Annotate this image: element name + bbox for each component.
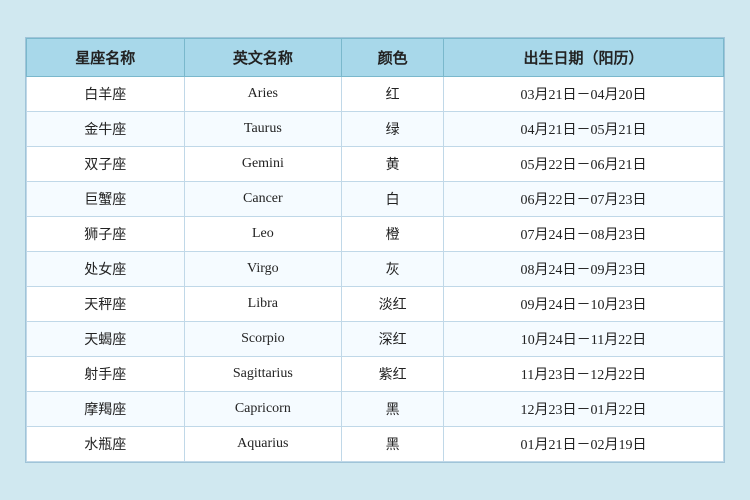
cell-color: 灰 [342,252,444,287]
cell-chinese: 水瓶座 [27,427,185,462]
cell-color: 黑 [342,427,444,462]
table-row: 水瓶座Aquarius黑01月21日－02月19日 [27,427,724,462]
cell-chinese: 金牛座 [27,112,185,147]
col-header-color: 颜色 [342,39,444,77]
col-header-english: 英文名称 [184,39,342,77]
cell-english: Cancer [184,182,342,217]
cell-chinese: 白羊座 [27,77,185,112]
cell-chinese: 天秤座 [27,287,185,322]
cell-color: 绿 [342,112,444,147]
table-row: 巨蟹座Cancer白06月22日－07月23日 [27,182,724,217]
cell-chinese: 摩羯座 [27,392,185,427]
cell-color: 黄 [342,147,444,182]
cell-english: Leo [184,217,342,252]
cell-english: Scorpio [184,322,342,357]
cell-chinese: 射手座 [27,357,185,392]
col-header-date: 出生日期（阳历） [444,39,724,77]
cell-date: 03月21日－04月20日 [444,77,724,112]
cell-date: 10月24日－11月22日 [444,322,724,357]
cell-color: 白 [342,182,444,217]
cell-english: Virgo [184,252,342,287]
table-row: 天蝎座Scorpio深红10月24日－11月22日 [27,322,724,357]
table-body: 白羊座Aries红03月21日－04月20日金牛座Taurus绿04月21日－0… [27,77,724,462]
cell-english: Libra [184,287,342,322]
cell-english: Aquarius [184,427,342,462]
cell-chinese: 狮子座 [27,217,185,252]
cell-date: 01月21日－02月19日 [444,427,724,462]
cell-chinese: 处女座 [27,252,185,287]
col-header-chinese: 星座名称 [27,39,185,77]
zodiac-table-container: 星座名称 英文名称 颜色 出生日期（阳历） 白羊座Aries红03月21日－04… [25,37,725,463]
table-row: 双子座Gemini黄05月22日－06月21日 [27,147,724,182]
table-row: 天秤座Libra淡红09月24日－10月23日 [27,287,724,322]
zodiac-table: 星座名称 英文名称 颜色 出生日期（阳历） 白羊座Aries红03月21日－04… [26,38,724,462]
cell-english: Taurus [184,112,342,147]
cell-color: 淡红 [342,287,444,322]
cell-color: 橙 [342,217,444,252]
cell-chinese: 巨蟹座 [27,182,185,217]
table-row: 白羊座Aries红03月21日－04月20日 [27,77,724,112]
cell-english: Aries [184,77,342,112]
table-row: 金牛座Taurus绿04月21日－05月21日 [27,112,724,147]
cell-date: 08月24日－09月23日 [444,252,724,287]
cell-date: 09月24日－10月23日 [444,287,724,322]
cell-date: 06月22日－07月23日 [444,182,724,217]
cell-date: 07月24日－08月23日 [444,217,724,252]
table-header-row: 星座名称 英文名称 颜色 出生日期（阳历） [27,39,724,77]
table-row: 狮子座Leo橙07月24日－08月23日 [27,217,724,252]
cell-color: 红 [342,77,444,112]
cell-date: 04月21日－05月21日 [444,112,724,147]
table-row: 摩羯座Capricorn黑12月23日－01月22日 [27,392,724,427]
cell-english: Sagittarius [184,357,342,392]
cell-color: 紫红 [342,357,444,392]
cell-date: 05月22日－06月21日 [444,147,724,182]
cell-color: 深红 [342,322,444,357]
cell-chinese: 双子座 [27,147,185,182]
cell-chinese: 天蝎座 [27,322,185,357]
cell-date: 11月23日－12月22日 [444,357,724,392]
table-row: 射手座Sagittarius紫红11月23日－12月22日 [27,357,724,392]
cell-color: 黑 [342,392,444,427]
table-row: 处女座Virgo灰08月24日－09月23日 [27,252,724,287]
cell-english: Gemini [184,147,342,182]
cell-english: Capricorn [184,392,342,427]
cell-date: 12月23日－01月22日 [444,392,724,427]
